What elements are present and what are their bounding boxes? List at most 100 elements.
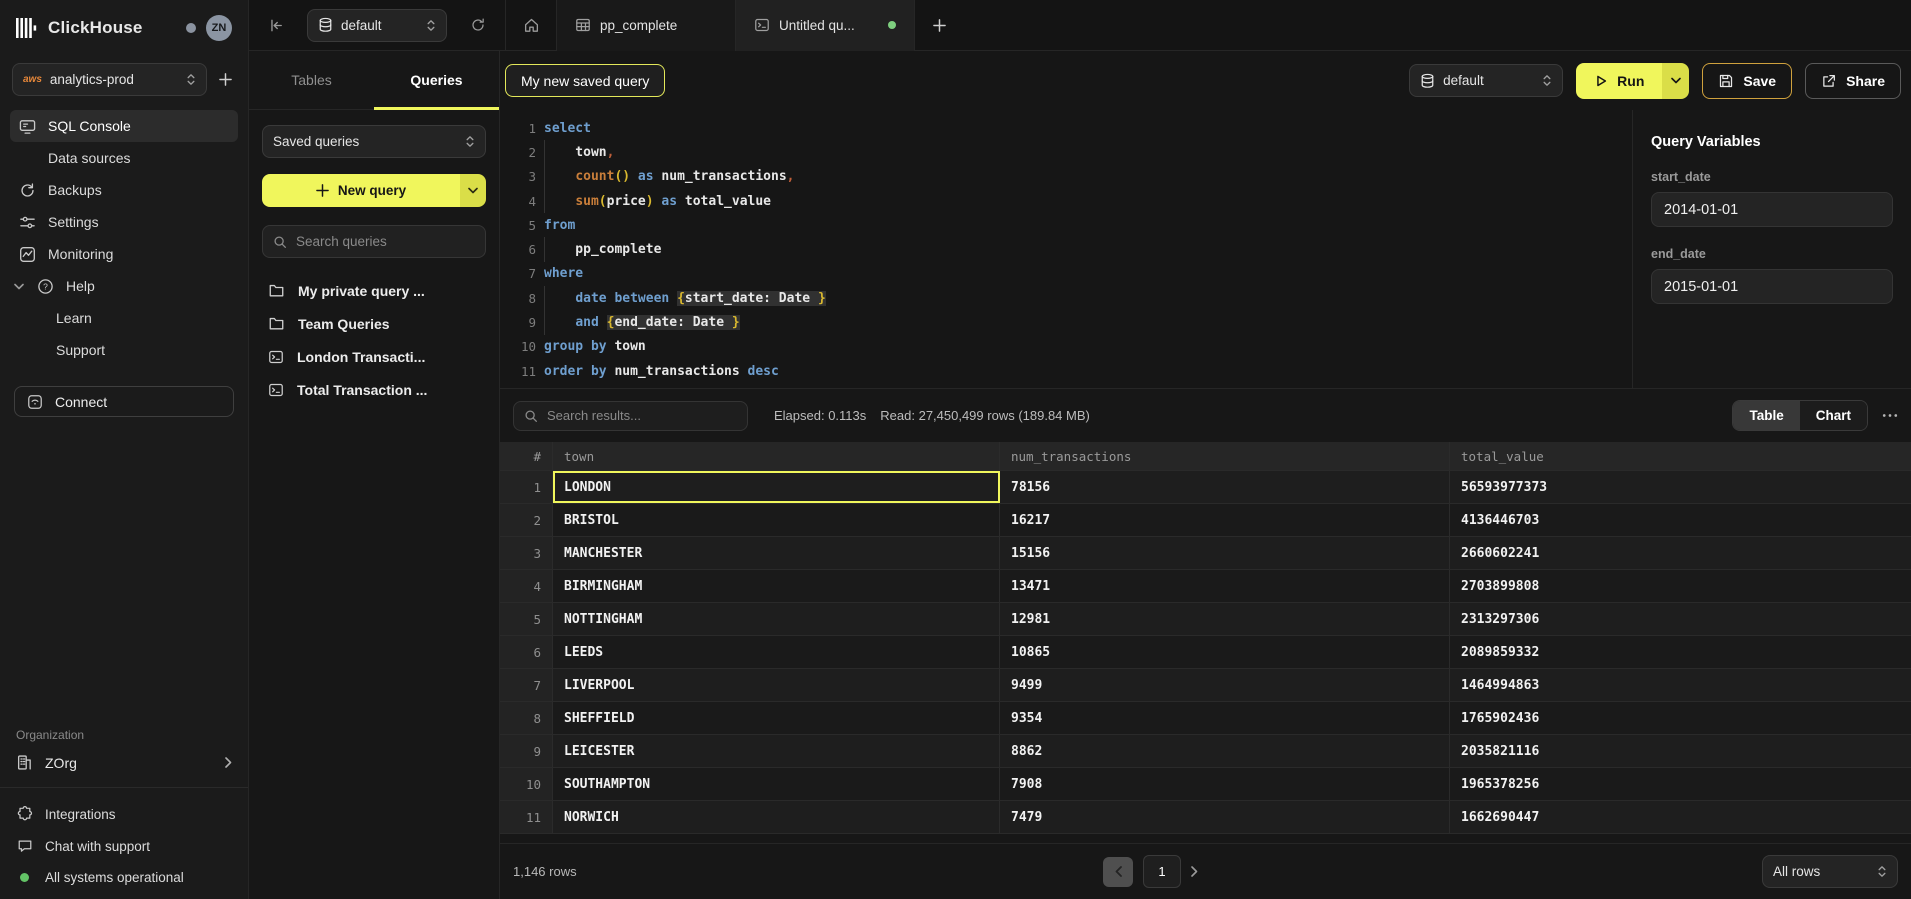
table-cell[interactable]: 7479 [1000, 801, 1450, 833]
table-cell[interactable]: 15156 [1000, 537, 1450, 569]
page-size-selector[interactable]: All rows [1762, 855, 1898, 888]
topbar-tab-untitled-qu-[interactable]: Untitled qu... [736, 0, 914, 51]
saved-queries-dropdown[interactable]: Saved queries [262, 125, 486, 158]
database-selector[interactable]: default [307, 9, 447, 42]
run-options-button[interactable] [1662, 63, 1689, 99]
previous-page-button[interactable] [1103, 857, 1133, 887]
sidebar-item-sql-console[interactable]: SQL Console [10, 110, 238, 142]
sidebar-item-monitoring[interactable]: Monitoring [10, 238, 238, 270]
sidebar-item-support[interactable]: Support [10, 334, 238, 366]
share-button[interactable]: Share [1805, 63, 1901, 99]
sql-editor[interactable]: 1select2 town,3 count() as num_transacti… [500, 110, 1632, 388]
table-cell[interactable]: 2035821116 [1450, 735, 1911, 767]
sidebar-item-learn[interactable]: Learn [10, 302, 238, 334]
table-cell[interactable]: 2313297306 [1450, 603, 1911, 635]
home-button[interactable] [506, 17, 556, 34]
table-cell[interactable]: NORWICH [553, 801, 1000, 833]
saved-query-tab[interactable]: My new saved query [505, 64, 665, 97]
collapse-sidebar-button[interactable] [249, 17, 303, 34]
table-cell[interactable]: LIVERPOOL [553, 669, 1000, 701]
code-line[interactable]: 6 pp_complete [500, 237, 1632, 261]
variable-input-end_date[interactable]: 2015-01-01 [1651, 269, 1893, 304]
code-line[interactable]: 4 sum(price) as total_value [500, 189, 1632, 213]
new-tab-button[interactable] [915, 19, 963, 32]
table-cell[interactable]: 1765902436 [1450, 702, 1911, 734]
code-line[interactable]: 11order by num_transactions desc [500, 359, 1632, 383]
search-queries-input[interactable]: Search queries [262, 225, 486, 258]
sidebar-item-label: Data sources [48, 150, 130, 166]
new-query-dropdown-button[interactable] [460, 174, 486, 207]
table-cell[interactable]: 9354 [1000, 702, 1450, 734]
table-cell[interactable]: MANCHESTER [553, 537, 1000, 569]
code-line[interactable]: 5from [500, 213, 1632, 237]
saved-query-item[interactable]: My private query ... [262, 274, 486, 307]
run-button[interactable]: Run [1576, 63, 1689, 99]
tab-tables[interactable]: Tables [249, 51, 374, 109]
variable-label: end_date [1651, 247, 1893, 261]
tab-queries[interactable]: Queries [374, 51, 499, 109]
table-cell[interactable]: 2660602241 [1450, 537, 1911, 569]
connect-button[interactable]: Connect [14, 386, 234, 417]
variable-input-start_date[interactable]: 2014-01-01 [1651, 192, 1893, 227]
sidebar-footer-item-chat-with-support[interactable]: Chat with support [16, 838, 232, 854]
code-line[interactable]: 8 date between {start_date: Date } [500, 286, 1632, 310]
table-cell[interactable]: 1464994863 [1450, 669, 1911, 701]
table-cell[interactable]: SOUTHAMPTON [553, 768, 1000, 800]
table-cell[interactable]: 2089859332 [1450, 636, 1911, 668]
code-line[interactable]: 2 town, [500, 140, 1632, 164]
refresh-button[interactable] [451, 17, 505, 33]
table-cell[interactable]: BIRMINGHAM [553, 570, 1000, 602]
table-cell[interactable]: 12981 [1000, 603, 1450, 635]
search-results-input[interactable]: Search results... [513, 401, 748, 431]
saved-query-list: My private query ...Team QueriesLondon T… [262, 274, 486, 406]
table-cell[interactable]: LONDON [553, 471, 1000, 503]
organization-item[interactable]: ZOrg [0, 754, 248, 787]
table-cell[interactable]: 10865 [1000, 636, 1450, 668]
sidebar-item-settings[interactable]: Settings [10, 206, 238, 238]
row-number: 5 [500, 603, 553, 635]
code-line[interactable]: 1select [500, 116, 1632, 140]
table-cell[interactable]: 4136446703 [1450, 504, 1911, 536]
service-selector[interactable]: aws analytics-prod [12, 63, 207, 96]
table-cell[interactable]: 16217 [1000, 504, 1450, 536]
table-cell[interactable]: LEICESTER [553, 735, 1000, 767]
sidebar-footer-item-all-systems-operational[interactable]: All systems operational [16, 870, 232, 885]
code-line[interactable]: 10group by town [500, 335, 1632, 359]
ellipsis-icon[interactable] [1882, 413, 1898, 418]
avatar[interactable]: ZN [206, 15, 232, 41]
sidebar-item-data-sources[interactable]: Data sources [10, 142, 238, 174]
sidebar-item-backups[interactable]: Backups [10, 174, 238, 206]
save-button[interactable]: Save [1702, 63, 1792, 99]
page-number-input[interactable]: 1 [1143, 855, 1181, 888]
code-line[interactable]: 9 and {end_date: Date } [500, 310, 1632, 334]
table-cell[interactable]: 78156 [1000, 471, 1450, 503]
topbar-tab-pp-complete[interactable]: pp_complete [557, 0, 735, 51]
table-cell[interactable]: 2703899808 [1450, 570, 1911, 602]
sidebar-footer-item-integrations[interactable]: Integrations [16, 806, 232, 822]
sidebar-item-help[interactable]: ?Help [10, 270, 238, 302]
table-cell[interactable]: 13471 [1000, 570, 1450, 602]
new-query-button[interactable]: New query [262, 174, 486, 207]
table-cell[interactable]: 9499 [1000, 669, 1450, 701]
run-database-selector[interactable]: default [1409, 64, 1563, 97]
table-cell[interactable]: 8862 [1000, 735, 1450, 767]
table-cell[interactable]: 1662690447 [1450, 801, 1911, 833]
code-line[interactable]: 3 count() as num_transactions, [500, 165, 1632, 189]
table-cell[interactable]: 7908 [1000, 768, 1450, 800]
table-cell[interactable]: 56593977373 [1450, 471, 1911, 503]
table-cell[interactable]: NOTTINGHAM [553, 603, 1000, 635]
next-page-button[interactable] [1191, 866, 1198, 877]
saved-query-item[interactable]: London Transacti... [262, 340, 486, 373]
table-cell[interactable]: SHEFFIELD [553, 702, 1000, 734]
add-service-button[interactable] [219, 73, 232, 86]
view-toggle-table[interactable]: Table [1733, 401, 1799, 430]
saved-query-item[interactable]: Team Queries [262, 307, 486, 340]
svg-text:?: ? [43, 281, 48, 291]
table-cell[interactable]: BRISTOL [553, 504, 1000, 536]
table-cell[interactable]: LEEDS [553, 636, 1000, 668]
table-cell[interactable]: 1965378256 [1450, 768, 1911, 800]
code-line[interactable]: 7where [500, 262, 1632, 286]
row-count: 1,146 rows [513, 864, 577, 879]
saved-query-item[interactable]: Total Transaction ... [262, 373, 486, 406]
view-toggle-chart[interactable]: Chart [1800, 401, 1867, 430]
